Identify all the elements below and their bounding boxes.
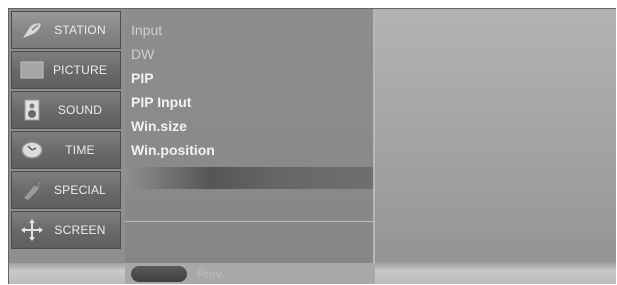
menu-item-label: SCREEN bbox=[54, 223, 106, 237]
menu-item-label: SPECIAL bbox=[53, 183, 107, 197]
pip-submenu: Input DW PIP PIP Input Win.size Win.posi… bbox=[125, 9, 375, 263]
submenu-item-input[interactable]: Input bbox=[131, 19, 162, 41]
special-tag-icon bbox=[20, 178, 44, 202]
submenu-divider bbox=[125, 221, 373, 222]
submenu-item-pip-input[interactable]: PIP Input bbox=[131, 91, 191, 113]
main-menu: STATION PICTURE SOUND TIME SPECIAL SCREE… bbox=[9, 9, 125, 263]
menu-item-sound[interactable]: SOUND bbox=[11, 91, 121, 129]
submenu-item-dw[interactable]: DW bbox=[131, 43, 154, 65]
picture-icon bbox=[20, 58, 44, 82]
submenu-item-pip[interactable]: PIP bbox=[131, 67, 154, 89]
submenu-selection-bar bbox=[125, 167, 373, 189]
menu-item-label: PICTURE bbox=[52, 63, 108, 77]
menu-item-label: TIME bbox=[65, 143, 95, 157]
satellite-dish-icon bbox=[20, 18, 44, 42]
menu-item-picture[interactable]: PICTURE bbox=[11, 51, 121, 89]
menu-item-special[interactable]: SPECIAL bbox=[11, 171, 121, 209]
menu-item-time[interactable]: TIME bbox=[11, 131, 121, 169]
menu-item-screen[interactable]: SCREEN bbox=[11, 211, 121, 249]
menu-item-label: STATION bbox=[54, 23, 106, 37]
submenu-item-win-size[interactable]: Win.size bbox=[131, 115, 187, 137]
submenu-footer: Prev. bbox=[125, 263, 375, 284]
menu-item-label: SOUND bbox=[57, 103, 103, 117]
tv-menu-screen: STATION PICTURE SOUND TIME SPECIAL SCREE… bbox=[8, 8, 616, 284]
menu-item-station[interactable]: STATION bbox=[11, 11, 121, 49]
background-area bbox=[375, 9, 616, 284]
clock-icon bbox=[20, 138, 44, 162]
move-arrows-icon bbox=[20, 218, 44, 242]
submenu-item-win-position[interactable]: Win.position bbox=[131, 139, 215, 161]
footer-hint-label: Prev. bbox=[197, 266, 225, 281]
speaker-icon bbox=[20, 98, 44, 122]
menu-key-button[interactable] bbox=[131, 265, 187, 282]
